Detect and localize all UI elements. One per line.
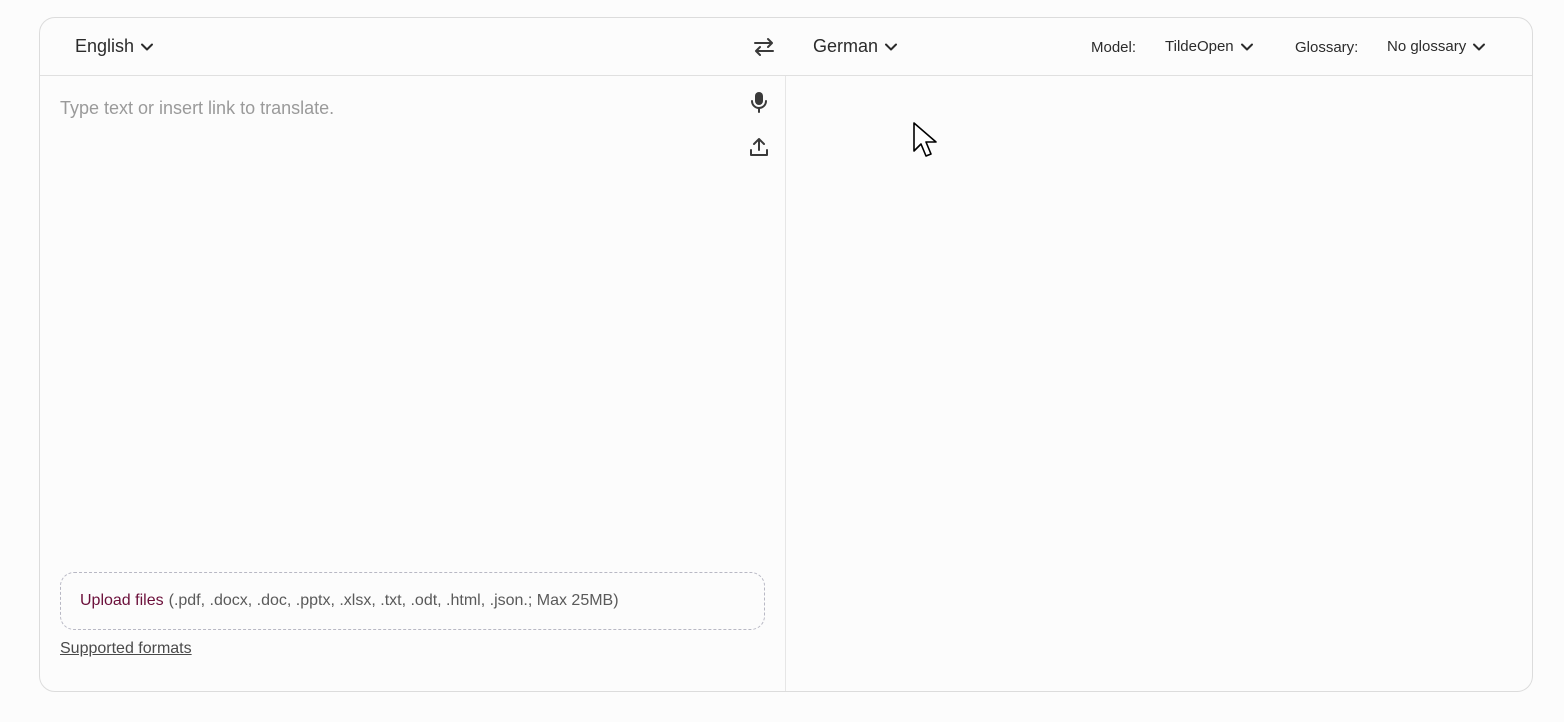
upload-file-button[interactable] bbox=[747, 135, 771, 159]
source-pane: Upload files (.pdf, .docx, .doc, .pptx, … bbox=[40, 76, 785, 691]
source-language-label: English bbox=[75, 36, 135, 56]
swap-arrows-icon bbox=[754, 38, 774, 56]
model-label: Model: bbox=[1091, 39, 1137, 56]
model-value: TildeOpen bbox=[1165, 38, 1234, 55]
microphone-icon bbox=[751, 92, 767, 113]
chevron-down-icon bbox=[1240, 43, 1253, 50]
source-language-selector[interactable]: English bbox=[75, 36, 154, 57]
glossary-label: Glossary: bbox=[1295, 39, 1359, 56]
model-selector[interactable]: TildeOpen bbox=[1165, 38, 1254, 55]
source-text-input[interactable] bbox=[60, 98, 720, 558]
glossary-value: No glossary bbox=[1387, 38, 1467, 55]
mouse-pointer-icon bbox=[913, 122, 937, 157]
supported-formats-link[interactable]: Supported formats bbox=[60, 640, 192, 658]
swap-languages-button[interactable] bbox=[751, 35, 777, 59]
upload-files-link[interactable]: Upload files bbox=[80, 592, 164, 610]
glossary-selector[interactable]: No glossary bbox=[1387, 38, 1486, 55]
target-language-label: German bbox=[813, 36, 879, 56]
translator-card: English German Model: TildeOpen Glossary bbox=[39, 17, 1533, 692]
target-language-selector[interactable]: German bbox=[813, 36, 898, 57]
chevron-down-icon bbox=[885, 43, 898, 50]
chevron-down-icon bbox=[141, 43, 154, 50]
language-bar: English German Model: TildeOpen Glossary bbox=[40, 18, 1532, 76]
upload-icon bbox=[750, 138, 768, 156]
chevron-down-icon bbox=[1473, 43, 1486, 50]
target-pane bbox=[786, 76, 1532, 691]
upload-dropzone[interactable]: Upload files (.pdf, .docx, .doc, .pptx, … bbox=[60, 572, 765, 630]
voice-input-button[interactable] bbox=[747, 90, 771, 114]
upload-formats-text: (.pdf, .docx, .doc, .pptx, .xlsx, .txt, … bbox=[168, 592, 619, 609]
